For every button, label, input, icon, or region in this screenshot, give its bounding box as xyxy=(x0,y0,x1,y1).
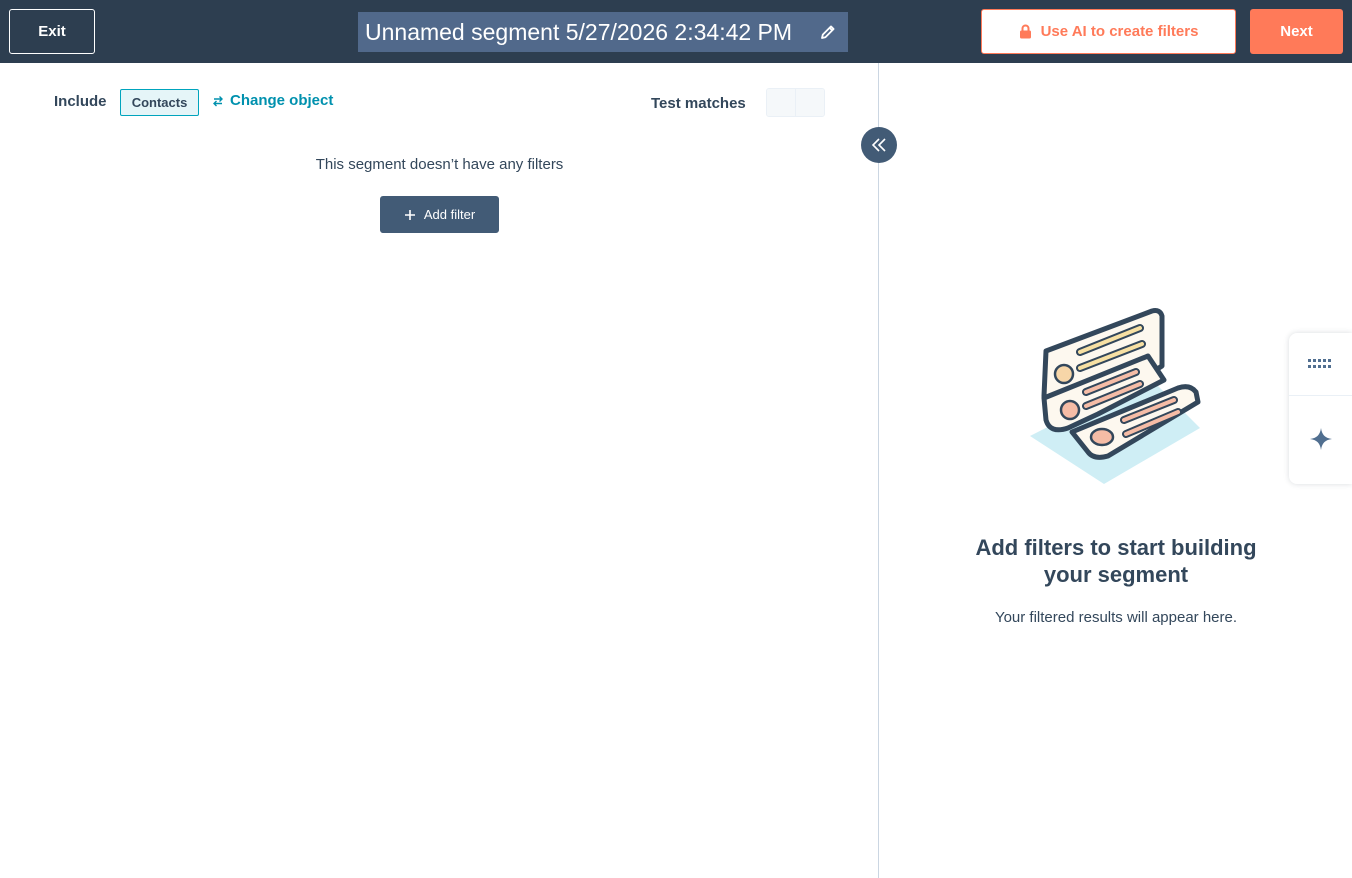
side-dock xyxy=(1289,333,1352,484)
results-subtext: Your filtered results will appear here. xyxy=(994,609,1238,626)
results-heading-line2: your segment xyxy=(1043,562,1189,587)
results-heading-line1: Add filters to start building xyxy=(975,535,1257,560)
empty-filters-message: This segment doesn’t have any filters xyxy=(315,156,564,173)
toggle-left xyxy=(767,89,795,116)
exit-button[interactable]: Exit xyxy=(9,9,95,54)
ai-create-filters-button[interactable]: Use AI to create filters xyxy=(981,9,1236,54)
segment-illustration xyxy=(1030,308,1201,484)
change-object-link[interactable]: Change object xyxy=(212,92,333,109)
filters-panel: Include Contacts Change object Test matc… xyxy=(0,63,879,878)
collapse-panel-button[interactable] xyxy=(861,127,897,163)
next-button[interactable]: Next xyxy=(1250,9,1343,54)
change-object-label: Change object xyxy=(230,92,334,109)
sparkle-icon xyxy=(1309,428,1332,450)
segment-title: Unnamed segment 5/27/2026 2:34:42 PM xyxy=(365,18,793,45)
ai-assistant-dock-button[interactable] xyxy=(1289,408,1352,470)
add-filter-button[interactable]: Add filter xyxy=(380,196,499,233)
keypad-dock-button[interactable] xyxy=(1289,333,1352,395)
object-tag: Contacts xyxy=(120,89,199,116)
keypad-icon xyxy=(1307,359,1331,368)
double-chevron-left-icon xyxy=(871,138,886,152)
pencil-icon[interactable] xyxy=(818,22,838,42)
lock-icon xyxy=(1019,24,1031,39)
plus-icon xyxy=(404,209,415,220)
toggle-right xyxy=(795,89,824,116)
segment-title-field[interactable]: Unnamed segment 5/27/2026 2:34:42 PM xyxy=(358,12,848,52)
add-filter-label: Add filter xyxy=(423,207,476,222)
results-heading: Add filters to start building your segme… xyxy=(880,534,1352,588)
test-matches-toggle[interactable] xyxy=(766,88,825,117)
test-matches-label: Test matches xyxy=(651,95,746,112)
swap-arrows-icon xyxy=(213,95,223,106)
ai-button-label: Use AI to create filters xyxy=(1040,23,1199,40)
dock-divider xyxy=(1289,395,1352,396)
top-bar: Exit Unnamed segment 5/27/2026 2:34:42 P… xyxy=(0,0,1352,63)
results-panel: Add filters to start building your segme… xyxy=(880,63,1352,878)
include-label: Include xyxy=(54,93,107,110)
